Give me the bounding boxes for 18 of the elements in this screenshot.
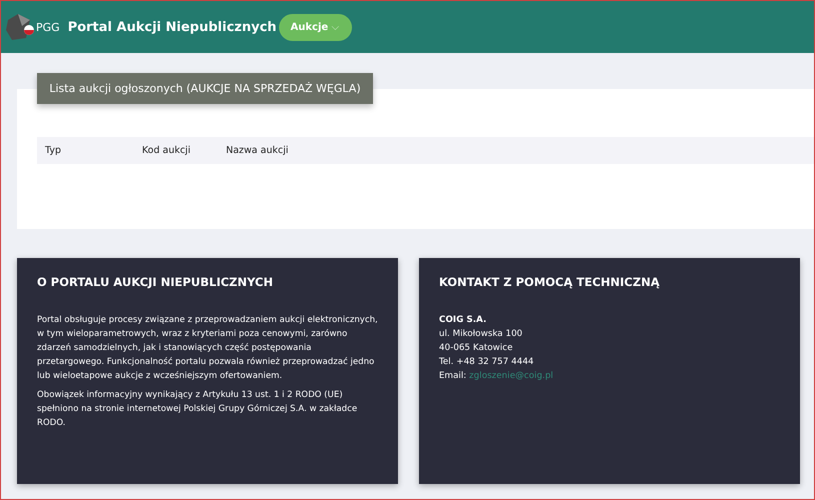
panel-heading: KONTAKT Z POMOCĄ TECHNICZNĄ — [439, 275, 660, 289]
contact-line: 40-065 Katowice — [439, 342, 514, 355]
column-header: Typ — [44, 145, 62, 156]
column-header: Kod aukcji — [142, 145, 192, 156]
panel-heading: O PORTALU AUKCJI NIEPUBLICZNYCH — [37, 275, 274, 289]
section-title: Lista aukcji ogłoszonych (AUKCJE NA SPRZEDAŻ WĘGLA) — [37, 73, 373, 104]
paragraph: Obowiązek informacyjny wynikający z Artykułu 13 ust. 1 i 2 RODO (UE) spełniono na stronie internetowej Polskiej Grupy Górniczej S.A. w zakładce RODO. — [37, 389, 358, 430]
logo-text: PGG — [36, 20, 60, 34]
logo-icon — [4, 12, 34, 42]
paragraph: Portal obsługuje procesy związane z przeprowadzaniem aukcji elektronicznych, w tym wieloparametrowych, wraz z kryteriami poza cenowymi, zarówno zdarzeń samodzielnych, jak i stanowiących część postępowania przetargowego. Funkcjonalność portalu pozwala również przeprowadzać jedno lub wieloetapowe aukcje z wcześniejszym ofertowaniem. — [37, 314, 378, 383]
contact-line: Tel. +48 32 757 4444 — [439, 356, 535, 369]
company-name: COIG S.A. — [439, 314, 488, 327]
email-label: Email: — [439, 371, 466, 381]
auctions-menu-button[interactable]: Aukcje ⌵ — [278, 14, 352, 40]
portal-title: Portal Aukcji Niepublicznych — [68, 20, 277, 34]
contact-line: ul. Mikołowska 100 — [439, 328, 524, 341]
email-link[interactable]: zgloszenie@coig.pl — [469, 371, 554, 381]
column-header: Nazwa aukcji — [226, 145, 288, 156]
